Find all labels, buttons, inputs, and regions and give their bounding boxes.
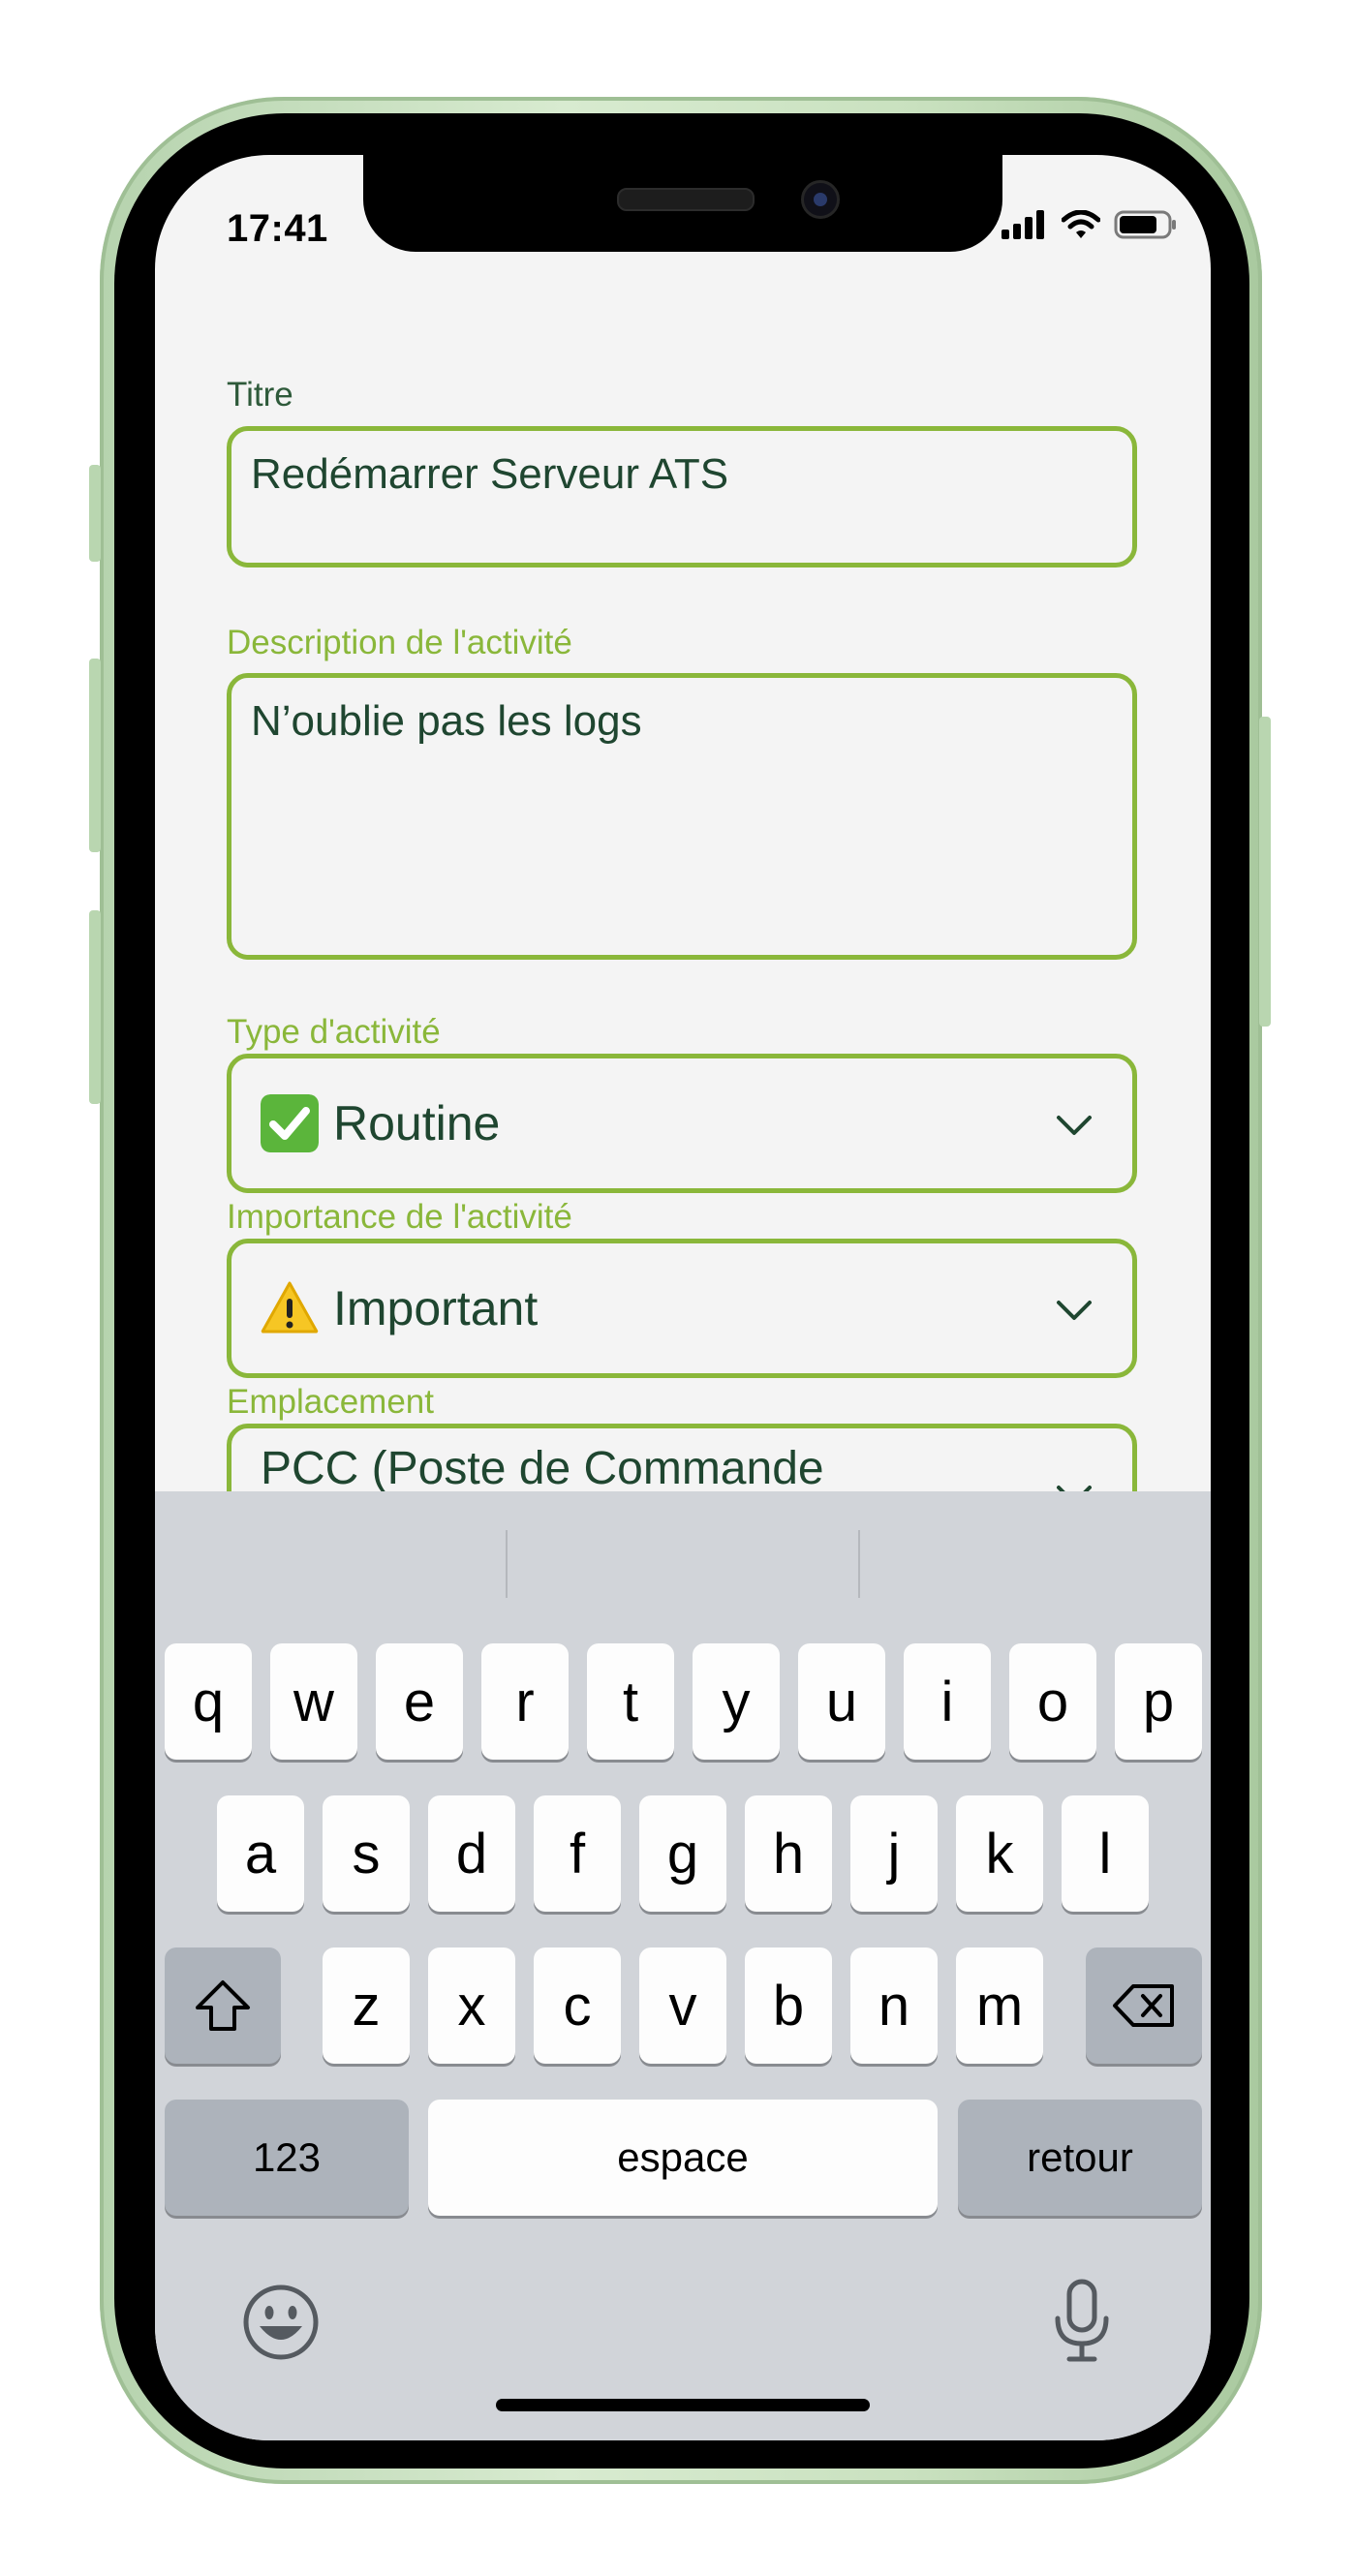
key-y[interactable]: y bbox=[693, 1643, 780, 1760]
status-icons bbox=[1000, 209, 1178, 240]
key-q[interactable]: q bbox=[165, 1643, 252, 1760]
description-label: Description de l'activité bbox=[227, 624, 572, 661]
type-select[interactable]: Routine bbox=[227, 1054, 1137, 1193]
front-camera bbox=[801, 180, 840, 219]
key-u[interactable]: u bbox=[798, 1643, 885, 1760]
description-field[interactable]: N’oublie pas les logs bbox=[227, 673, 1137, 960]
key-z[interactable]: z bbox=[323, 1947, 410, 2064]
importance-select[interactable]: Important bbox=[227, 1239, 1137, 1378]
description-value: N’oublie pas les logs bbox=[251, 697, 642, 745]
volume-up-button bbox=[89, 659, 101, 852]
location-label: Emplacement bbox=[227, 1383, 434, 1421]
key-t[interactable]: t bbox=[587, 1643, 674, 1760]
title-label: Titre bbox=[227, 376, 293, 414]
keyboard: q w e r t y u i o p a s d f g h j k l z … bbox=[155, 1491, 1211, 2440]
shift-icon bbox=[196, 1980, 250, 2031]
key-v[interactable]: v bbox=[639, 1947, 726, 2064]
suggestion-divider bbox=[858, 1530, 860, 1598]
check-mark-button-icon bbox=[261, 1094, 319, 1152]
chevron-down-icon bbox=[1057, 1116, 1092, 1135]
key-a[interactable]: a bbox=[217, 1795, 304, 1912]
key-l[interactable]: l bbox=[1062, 1795, 1149, 1912]
key-d[interactable]: d bbox=[428, 1795, 515, 1912]
importance-label: Importance de l'activité bbox=[227, 1198, 572, 1236]
space-key[interactable]: espace bbox=[428, 2100, 938, 2216]
key-m[interactable]: m bbox=[956, 1947, 1043, 2064]
status-time: 17:41 bbox=[227, 207, 328, 250]
battery-icon bbox=[1114, 210, 1176, 239]
key-j[interactable]: j bbox=[850, 1795, 938, 1912]
title-value: Redémarrer Serveur ATS bbox=[251, 450, 729, 498]
key-r[interactable]: r bbox=[481, 1643, 569, 1760]
key-i[interactable]: i bbox=[904, 1643, 991, 1760]
key-x[interactable]: x bbox=[428, 1947, 515, 2064]
key-w[interactable]: w bbox=[270, 1643, 357, 1760]
type-value: Routine bbox=[333, 1096, 501, 1150]
signal-icon bbox=[1002, 210, 1044, 239]
earpiece-speaker bbox=[617, 188, 755, 211]
chevron-down-icon bbox=[1057, 1301, 1092, 1320]
shift-key[interactable] bbox=[165, 1947, 281, 2064]
silent-switch bbox=[89, 465, 101, 562]
numbers-key[interactable]: 123 bbox=[165, 2100, 409, 2216]
key-n[interactable]: n bbox=[850, 1947, 938, 2064]
backspace-icon bbox=[1113, 1984, 1174, 2027]
warning-icon bbox=[261, 1281, 319, 1334]
key-o[interactable]: o bbox=[1009, 1643, 1096, 1760]
key-g[interactable]: g bbox=[639, 1795, 726, 1912]
key-k[interactable]: k bbox=[956, 1795, 1043, 1912]
key-h[interactable]: h bbox=[745, 1795, 832, 1912]
notch bbox=[363, 155, 1002, 252]
key-e[interactable]: e bbox=[376, 1643, 463, 1760]
volume-down-button bbox=[89, 910, 101, 1104]
key-f[interactable]: f bbox=[534, 1795, 621, 1912]
suggestion-divider bbox=[506, 1530, 508, 1598]
phone-screen: 17:41 Titre Redémarrer Serveur ATS Descr… bbox=[155, 155, 1211, 2440]
power-button bbox=[1259, 717, 1271, 1027]
key-p[interactable]: p bbox=[1115, 1643, 1202, 1760]
backspace-key[interactable] bbox=[1086, 1947, 1202, 2064]
title-field[interactable]: Redémarrer Serveur ATS bbox=[227, 426, 1137, 567]
home-indicator[interactable] bbox=[496, 2399, 870, 2411]
key-s[interactable]: s bbox=[323, 1795, 410, 1912]
key-c[interactable]: c bbox=[534, 1947, 621, 2064]
key-b[interactable]: b bbox=[745, 1947, 832, 2064]
importance-value: Important bbox=[333, 1281, 539, 1335]
location-value: PCC (Poste de Commande bbox=[261, 1443, 824, 1494]
wifi-icon bbox=[1062, 210, 1100, 238]
microphone-icon[interactable] bbox=[1052, 2278, 1112, 2365]
type-label: Type d'activité bbox=[227, 1013, 441, 1051]
return-key[interactable]: retour bbox=[958, 2100, 1202, 2216]
emoji-icon[interactable] bbox=[242, 2284, 320, 2361]
